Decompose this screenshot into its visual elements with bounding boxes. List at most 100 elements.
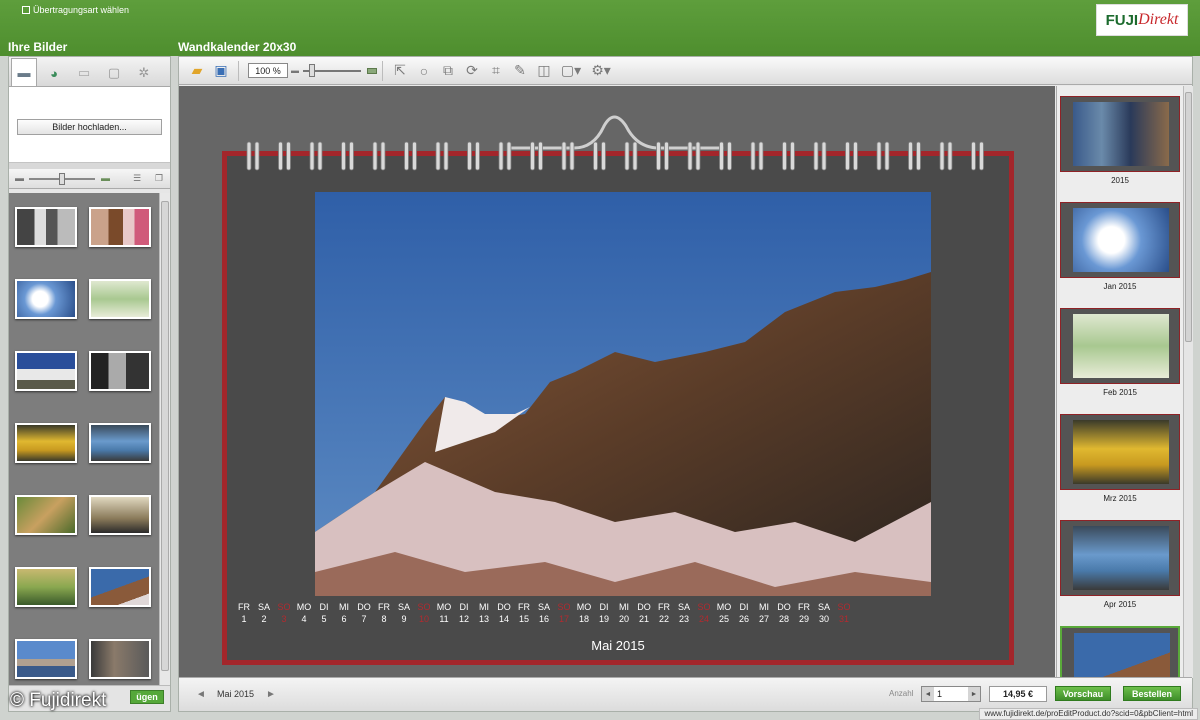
quantity-increase-icon[interactable]: ► (968, 687, 980, 701)
day-cell: SO 10 (417, 602, 431, 624)
zoom-value[interactable]: 100 % (248, 63, 288, 78)
day-cell: SA 23 (677, 602, 690, 624)
binding-ring (467, 141, 480, 171)
copyright-watermark: © Fujidirekt (10, 690, 107, 711)
editor-toolbar: ▰ ▣ 100 % ▬ ⇱ ○ ⧉ ⟳ ⌗ ✎ ◫ ▢▾ ⚙▾ (179, 57, 1192, 85)
ellipse-tool-icon[interactable]: ○ (412, 60, 436, 82)
save-icon[interactable]: ▣ (209, 60, 233, 82)
day-cell: FR 22 (658, 602, 670, 624)
binding-ring (624, 141, 638, 171)
page-thumb-label: Jan 2015 (1103, 282, 1137, 291)
gallery-thumbnail[interactable] (15, 423, 77, 463)
binding-ring (498, 141, 512, 171)
upload-images-button[interactable]: Bilder hochladen... (17, 119, 162, 135)
gallery-thumbnail[interactable] (15, 495, 77, 535)
day-cell: SA 2 (257, 602, 270, 624)
current-page-label: Mai 2015 (217, 689, 255, 699)
day-cell: DI 12 (458, 602, 469, 624)
mountain-photo (315, 192, 931, 596)
gallery-thumbnail[interactable] (89, 207, 151, 247)
navigator-scroll-thumb[interactable] (1185, 92, 1192, 342)
binding-ring (309, 141, 323, 171)
gallery-scrollbar[interactable] (159, 193, 170, 687)
status-bar-url: www.fujidirekt.de/proEditProduct.do?scid… (979, 708, 1198, 720)
tab-online-icon[interactable]: ◕ (41, 60, 67, 86)
border-dropdown-icon[interactable]: ▢▾ (556, 60, 586, 82)
zoom-slider[interactable] (303, 63, 361, 77)
calendar-month-label: Mai 2015 (591, 638, 645, 653)
page-thumb-feb[interactable]: Feb 2015 (1060, 308, 1180, 397)
transfer-mode-link[interactable]: Übertragungsart wählen (22, 5, 129, 15)
zoom-plus-icon[interactable] (367, 67, 377, 74)
zoom-in-icon[interactable]: ▬ (101, 173, 110, 183)
quantity-stepper[interactable]: ◄ 1 ► (921, 686, 981, 702)
page-thumb-apr[interactable]: Apr 2015 (1060, 520, 1180, 609)
page-thumb-jan[interactable]: Jan 2015 (1060, 202, 1180, 291)
prev-page-arrow-icon[interactable]: ◄ (195, 688, 207, 700)
slider-knob[interactable] (59, 173, 65, 185)
gallery-thumbnail[interactable] (15, 279, 77, 319)
page-thumb-cover[interactable]: 2015 (1060, 96, 1180, 185)
editor-canvas: FR 1 SA 2 SO 3 MO 4 DI 5 MI 6 DO 7 FR 8 SA 9 SO 10… (179, 86, 1055, 678)
rotate-icon[interactable]: ⟳ (460, 60, 484, 82)
navigator-scrollbar[interactable] (1183, 86, 1193, 678)
tab-layout-icon[interactable]: ▢ (101, 60, 127, 86)
settings-gear-icon[interactable]: ⚙▾ (586, 60, 616, 82)
zoom-minus-icon[interactable]: ▬ (291, 66, 299, 75)
quantity-value[interactable]: 1 (934, 687, 968, 701)
select-tool-icon[interactable]: ⇱ (388, 60, 412, 82)
day-cell: DI 5 (319, 602, 329, 624)
gallery-thumbnail[interactable] (15, 351, 77, 391)
order-button[interactable]: Bestellen (1123, 686, 1181, 701)
thumbnail-size-slider[interactable] (29, 173, 95, 185)
tab-album-icon[interactable]: ▭ (71, 60, 97, 86)
gallery-thumbnail[interactable] (89, 279, 151, 319)
gallery-scroll-thumb[interactable] (161, 201, 169, 671)
gallery-thumbnail[interactable] (89, 495, 151, 535)
binding-ring (782, 141, 795, 171)
zoom-knob[interactable] (309, 63, 315, 77)
gallery-thumbnail[interactable] (89, 567, 151, 607)
day-cell: MI 27 (758, 602, 769, 624)
gallery-thumbnail[interactable] (89, 423, 151, 463)
edit-icon[interactable]: ✎ (508, 60, 532, 82)
day-cell: SO 3 (277, 602, 291, 624)
binding-ring (750, 141, 764, 171)
day-cell: DO 21 (637, 602, 651, 624)
calendar-photo[interactable] (315, 192, 931, 596)
quantity-decrease-icon[interactable]: ◄ (922, 687, 934, 701)
next-page-arrow-icon[interactable]: ► (265, 688, 277, 700)
binding-ring (845, 141, 858, 171)
page-thumb-mar[interactable]: Mrz 2015 (1060, 414, 1180, 503)
gallery-thumbnail[interactable] (15, 207, 77, 247)
day-cell: MO 4 (296, 602, 312, 624)
editor-panel: ▰ ▣ 100 % ▬ ⇱ ○ ⧉ ⟳ ⌗ ✎ ◫ ▢▾ ⚙▾ FR 1 SA … (178, 56, 1193, 712)
gallery-thumbnail[interactable] (89, 351, 151, 391)
tab-effects-icon[interactable]: ✲ (131, 60, 157, 86)
page-thumb-may[interactable] (1060, 626, 1180, 678)
page-thumb-label: 2015 (1111, 176, 1129, 185)
arrange-icon[interactable]: ⧉ (436, 60, 460, 82)
binding-ring (939, 141, 953, 171)
day-cell: MO 25 (716, 602, 732, 624)
day-cell: SO 24 (697, 602, 711, 624)
day-cell: SO 17 (557, 602, 571, 624)
preview-button[interactable]: Vorschau (1055, 686, 1111, 701)
fujidirekt-logo: FUJI Direkt (1096, 4, 1188, 36)
day-cell: SO 31 (837, 602, 851, 624)
calendar-days: FR 1 SA 2 SO 3 MO 4 DI 5 MI 6 DO 7 FR 8 SA 9 SO 10… (227, 601, 1009, 631)
gallery-thumbnail[interactable] (89, 639, 151, 679)
zoom-out-icon[interactable]: ▬ (15, 173, 24, 183)
binding-ring (561, 141, 575, 171)
sort-icon[interactable]: ☰ (133, 173, 141, 184)
frame-icon[interactable]: ◫ (532, 60, 556, 82)
calendar-page[interactable]: FR 1 SA 2 SO 3 MO 4 DI 5 MI 6 DO 7 FR 8 SA 9 SO 10… (222, 151, 1014, 665)
view-icon[interactable]: ❐ (155, 173, 163, 184)
tab-computer-icon[interactable]: ▬ (11, 58, 37, 86)
crop-icon[interactable]: ⌗ (484, 60, 508, 82)
gallery-thumbnail[interactable] (15, 567, 77, 607)
binding-ring (813, 141, 827, 171)
gallery-thumbnail[interactable] (15, 639, 77, 679)
add-images-button[interactable]: ügen (130, 690, 164, 704)
open-folder-icon[interactable]: ▰ (185, 60, 209, 82)
